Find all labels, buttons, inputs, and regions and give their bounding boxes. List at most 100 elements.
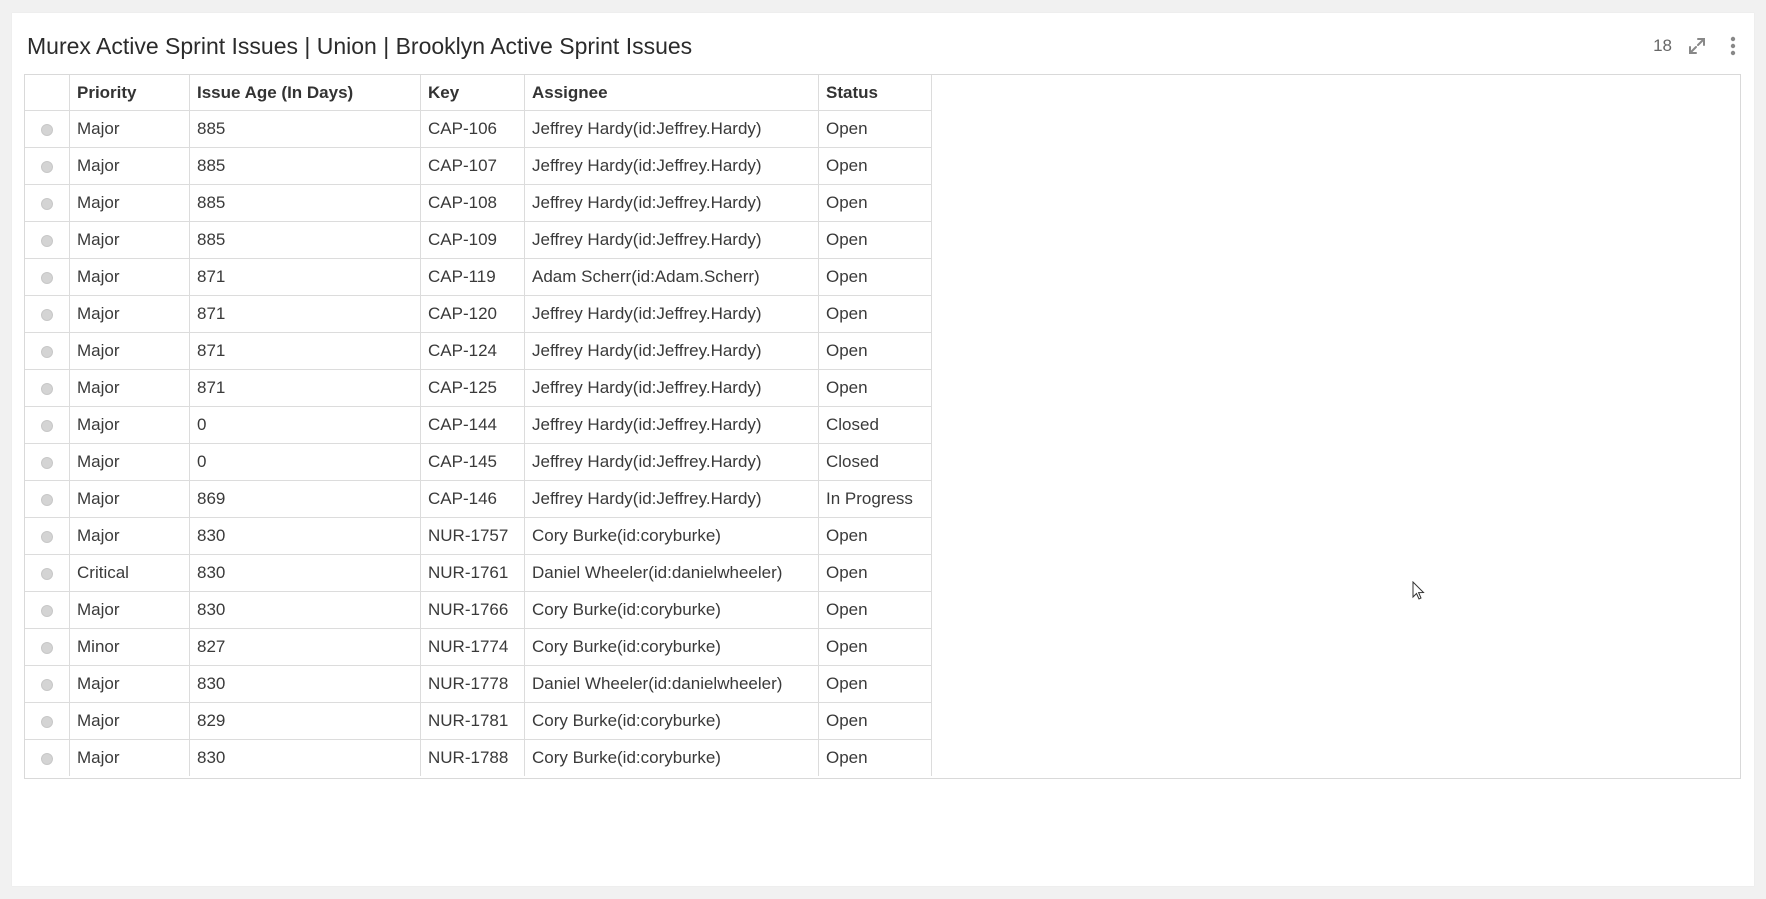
- row-select-radio[interactable]: [41, 678, 53, 691]
- cell-key: CAP-144: [420, 406, 525, 444]
- column-header-status[interactable]: Status: [818, 75, 932, 111]
- table-header-row: Priority Issue Age (In Days) Key Assigne…: [25, 75, 932, 111]
- table-row[interactable]: Major 885 CAP-107 Jeffrey Hardy(id:Jeffrey.…: [25, 147, 932, 185]
- row-select-cell: [25, 147, 70, 185]
- cell-assignee: Jeffrey Hardy(id:Jeffrey.Hardy): [524, 332, 819, 370]
- table-row[interactable]: Major 871 CAP-125 Jeffrey Hardy(id:Jeffrey.…: [25, 369, 932, 407]
- column-header-assignee[interactable]: Assignee: [524, 75, 819, 111]
- row-select-radio[interactable]: [41, 382, 53, 395]
- row-select-radio[interactable]: [41, 345, 53, 358]
- cell-key: CAP-124: [420, 332, 525, 370]
- row-select-radio[interactable]: [41, 234, 53, 247]
- dashboard-panel: Murex Active Sprint Issues | Union | Bro…: [12, 13, 1754, 886]
- row-select-radio[interactable]: [41, 567, 53, 580]
- row-select-radio[interactable]: [41, 271, 53, 284]
- cell-issue-age: 830: [189, 591, 421, 629]
- row-select-radio[interactable]: [41, 715, 53, 728]
- cell-priority: Major: [69, 332, 190, 370]
- row-select-radio[interactable]: [41, 160, 53, 173]
- table-row[interactable]: Major 0 CAP-144 Jeffrey Hardy(id:Jeffrey.Ha…: [25, 406, 932, 444]
- cell-priority: Major: [69, 221, 190, 259]
- cell-key: NUR-1766: [420, 591, 525, 629]
- cell-key: CAP-145: [420, 443, 525, 481]
- cell-key: CAP-108: [420, 184, 525, 222]
- cell-assignee: Adam Scherr(id:Adam.Scherr): [524, 258, 819, 296]
- cell-priority: Major: [69, 110, 190, 148]
- table-row[interactable]: Major 885 CAP-108 Jeffrey Hardy(id:Jeffrey.…: [25, 184, 932, 222]
- cell-assignee: Daniel Wheeler(id:danielwheeler): [524, 554, 819, 592]
- table-row[interactable]: Major 829 NUR-1781 Cory Burke(id:coryburke)…: [25, 702, 932, 740]
- cell-key: NUR-1757: [420, 517, 525, 555]
- table-row[interactable]: Major 830 NUR-1766 Cory Burke(id:coryburke)…: [25, 591, 932, 629]
- expand-icon[interactable]: [1686, 35, 1708, 57]
- cell-status: Open: [818, 258, 932, 296]
- cell-key: CAP-109: [420, 221, 525, 259]
- cell-priority: Major: [69, 295, 190, 333]
- row-select-radio[interactable]: [41, 419, 53, 432]
- row-select-radio[interactable]: [41, 641, 53, 654]
- column-header-key[interactable]: Key: [420, 75, 525, 111]
- row-select-radio[interactable]: [41, 752, 53, 765]
- row-select-radio[interactable]: [41, 604, 53, 617]
- row-select-radio[interactable]: [41, 456, 53, 469]
- table-row[interactable]: Major 871 CAP-124 Jeffrey Hardy(id:Jeffrey.…: [25, 332, 932, 370]
- cell-issue-age: 871: [189, 258, 421, 296]
- table-row[interactable]: Major 885 CAP-106 Jeffrey Hardy(id:Jeffrey.…: [25, 110, 932, 148]
- issues-table: Priority Issue Age (In Days) Key Assigne…: [25, 75, 932, 776]
- cell-status: Open: [818, 517, 932, 555]
- row-select-radio[interactable]: [41, 493, 53, 506]
- cell-priority: Major: [69, 147, 190, 185]
- cell-status: Closed: [818, 406, 932, 444]
- kebab-menu-icon[interactable]: [1722, 35, 1744, 57]
- row-select-radio[interactable]: [41, 197, 53, 210]
- cell-priority: Major: [69, 702, 190, 740]
- row-select-cell: [25, 332, 70, 370]
- cell-key: NUR-1781: [420, 702, 525, 740]
- cell-status: Open: [818, 110, 932, 148]
- issues-table-container[interactable]: Priority Issue Age (In Days) Key Assigne…: [24, 74, 1741, 779]
- table-row[interactable]: Major 830 NUR-1757 Cory Burke(id:coryburke)…: [25, 517, 932, 555]
- cell-assignee: Jeffrey Hardy(id:Jeffrey.Hardy): [524, 443, 819, 481]
- cell-issue-age: 871: [189, 295, 421, 333]
- cell-assignee: Jeffrey Hardy(id:Jeffrey.Hardy): [524, 147, 819, 185]
- cell-assignee: Jeffrey Hardy(id:Jeffrey.Hardy): [524, 406, 819, 444]
- column-header-issue-age[interactable]: Issue Age (In Days): [189, 75, 421, 111]
- row-select-radio[interactable]: [41, 530, 53, 543]
- cell-priority: Major: [69, 665, 190, 703]
- table-row[interactable]: Major 871 CAP-120 Jeffrey Hardy(id:Jeffrey.…: [25, 295, 932, 333]
- cell-key: NUR-1774: [420, 628, 525, 666]
- cell-assignee: Cory Burke(id:coryburke): [524, 517, 819, 555]
- cell-issue-age: 885: [189, 184, 421, 222]
- cell-issue-age: 830: [189, 517, 421, 555]
- table-row[interactable]: Major 830 NUR-1788 Cory Burke(id:coryburke)…: [25, 739, 932, 776]
- cell-priority: Major: [69, 258, 190, 296]
- row-select-cell: [25, 554, 70, 592]
- row-select-cell: [25, 702, 70, 740]
- row-select-radio[interactable]: [41, 123, 53, 136]
- panel-tools: 18: [1653, 35, 1744, 57]
- table-row[interactable]: Major 869 CAP-146 Jeffrey Hardy(id:Jeffrey.…: [25, 480, 932, 518]
- row-select-radio[interactable]: [41, 308, 53, 321]
- cell-priority: Major: [69, 739, 190, 776]
- table-row[interactable]: Major 830 NUR-1778 Daniel Wheeler(id:daniel…: [25, 665, 932, 703]
- cell-priority: Critical: [69, 554, 190, 592]
- cell-assignee: Jeffrey Hardy(id:Jeffrey.Hardy): [524, 184, 819, 222]
- cell-status: Open: [818, 332, 932, 370]
- table-row[interactable]: Major 885 CAP-109 Jeffrey Hardy(id:Jeffrey.…: [25, 221, 932, 259]
- table-row[interactable]: Major 871 CAP-119 Adam Scherr(id:Adam.Scher…: [25, 258, 932, 296]
- row-select-cell: [25, 295, 70, 333]
- table-row[interactable]: Minor 827 NUR-1774 Cory Burke(id:coryburke)…: [25, 628, 932, 666]
- cell-priority: Major: [69, 591, 190, 629]
- table-row[interactable]: Major 0 CAP-145 Jeffrey Hardy(id:Jeffrey.Ha…: [25, 443, 932, 481]
- cell-priority: Minor: [69, 628, 190, 666]
- cell-assignee: Cory Burke(id:coryburke): [524, 739, 819, 776]
- cell-assignee: Daniel Wheeler(id:danielwheeler): [524, 665, 819, 703]
- row-select-cell: [25, 480, 70, 518]
- row-select-cell: [25, 739, 70, 776]
- cell-issue-age: 885: [189, 221, 421, 259]
- cell-status: Open: [818, 702, 932, 740]
- cell-key: CAP-119: [420, 258, 525, 296]
- row-select-cell: [25, 628, 70, 666]
- table-row[interactable]: Critical 830 NUR-1761 Daniel Wheeler(id:dan…: [25, 554, 932, 592]
- column-header-priority[interactable]: Priority: [69, 75, 190, 111]
